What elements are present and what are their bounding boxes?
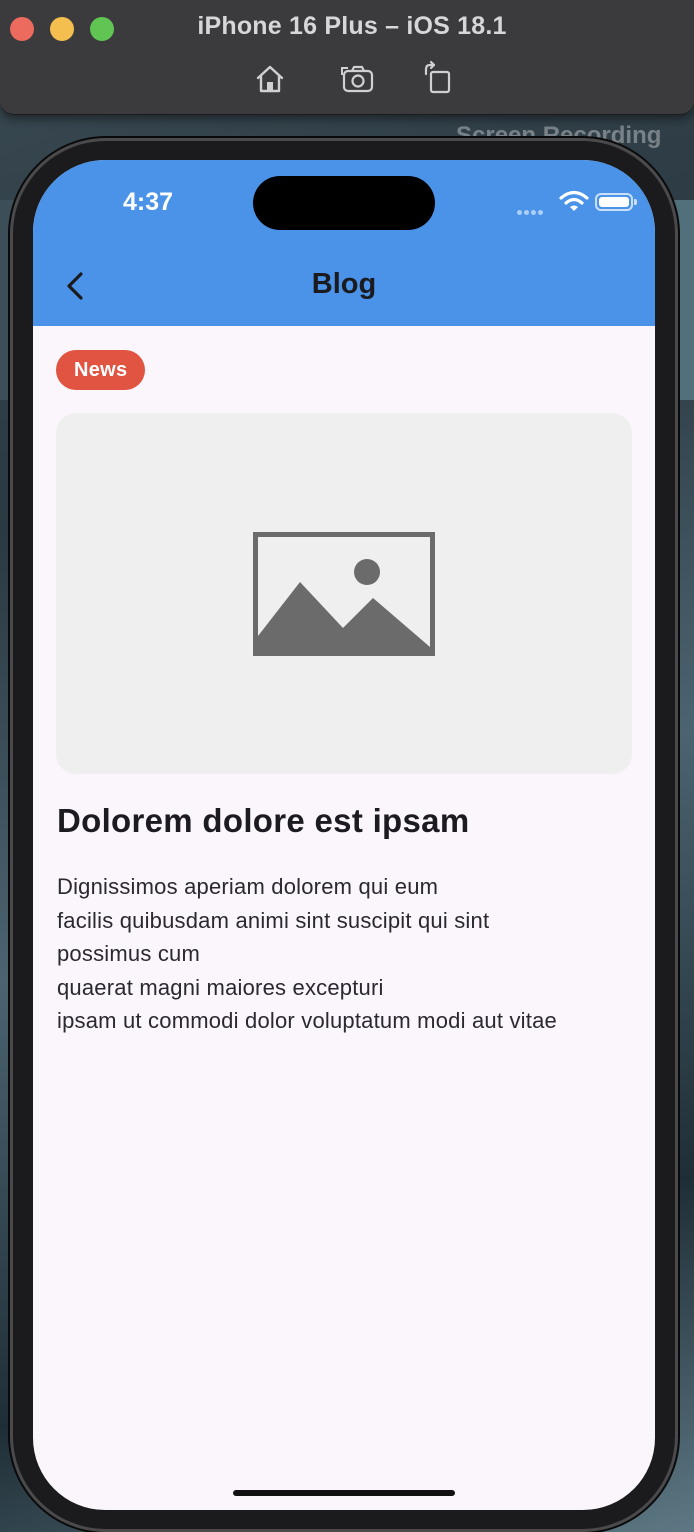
post-body-line: quaerat magni maiores excepturi [57,974,384,1000]
app-bar: 4:37 Blog [33,160,655,326]
rotate-icon[interactable] [418,60,456,98]
status-time: 4:37 [123,188,174,216]
simulator-title: iPhone 16 Plus – iOS 18.1 [197,12,507,40]
post-image [56,413,632,774]
post-body-line: possimus cum [57,941,200,966]
image-placeholder-icon [253,532,435,656]
cellular-signal-icon [517,202,545,220]
category-badge: News [56,350,146,390]
post-body-line: facilis quibusdam animi sint suscipit qu… [57,907,490,933]
home-icon[interactable] [251,60,289,98]
post-body-line: ipsam ut commodi dolor voluptatum modi a… [57,1008,557,1033]
simulator-titlebar: iPhone 16 Plus – iOS 18.1 [0,0,694,115]
page-title: Blog [311,268,377,300]
app-screen: 4:37 Blog News Dolorem dolore est ipsam [33,160,655,1510]
post-body: Dignissimos aperiam dolorem qui eum faci… [57,870,647,1038]
home-indicator[interactable] [233,1490,455,1496]
wifi-icon [559,190,589,211]
battery-icon [595,193,637,211]
screenshot-icon[interactable] [339,60,377,98]
post-body-line: Dignissimos aperiam dolorem qui eum [57,874,439,899]
dynamic-island [253,176,435,230]
post-title: Dolorem dolore est ipsam [57,802,470,839]
simulator-toolbar [0,60,694,98]
